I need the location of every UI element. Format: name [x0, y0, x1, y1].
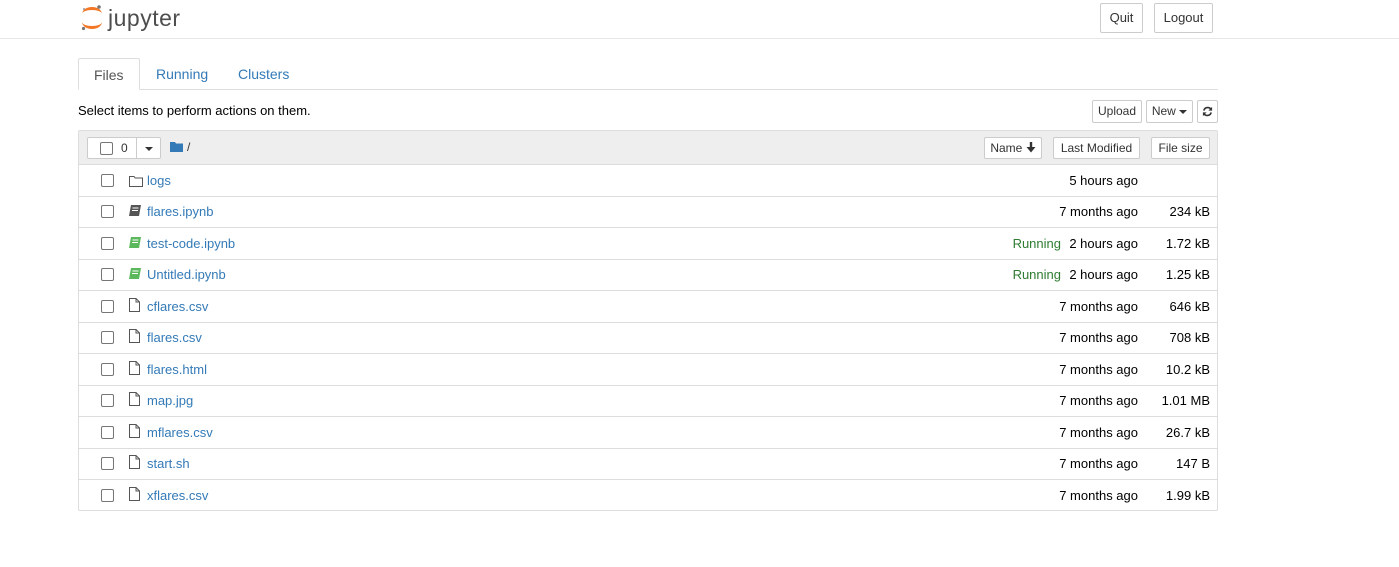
file-icon — [129, 487, 140, 501]
item-checkbox[interactable] — [101, 300, 114, 313]
sort-by-name-button[interactable]: Name — [984, 137, 1042, 159]
list-header: 0 / Name Last Modified File size — [79, 131, 1217, 165]
refresh-icon — [1202, 106, 1213, 117]
item-size: 1.72 kB — [1165, 236, 1210, 251]
item-name-link[interactable]: flares.ipynb — [147, 204, 213, 219]
notebook-icon — [129, 268, 141, 279]
instructions-text: Select items to perform actions on them. — [78, 103, 311, 118]
file-icon — [129, 361, 140, 375]
item-size: 1.25 kB — [1165, 267, 1210, 282]
refresh-button[interactable] — [1197, 100, 1218, 123]
list-item[interactable]: map.jpg 7 months ago 1.01 MB — [79, 385, 1217, 417]
list-item[interactable]: flares.html 7 months ago 10.2 kB — [79, 354, 1217, 386]
arrow-down-icon — [1026, 142, 1036, 153]
quit-button[interactable]: Quit — [1100, 3, 1143, 33]
item-name-link[interactable]: xflares.csv — [147, 488, 208, 503]
selected-count: 0 — [121, 141, 128, 155]
item-size: 147 B — [1176, 456, 1210, 471]
file-icon — [129, 455, 140, 469]
item-name-link[interactable]: flares.csv — [147, 330, 202, 345]
file-icon — [129, 298, 140, 312]
item-checkbox[interactable] — [101, 174, 114, 187]
file-list: 0 / Name Last Modified File size logs 5 h… — [78, 130, 1218, 511]
notebook-icon — [129, 237, 141, 248]
list-item[interactable]: start.sh 7 months ago 147 B — [79, 448, 1217, 480]
item-checkbox[interactable] — [101, 205, 114, 218]
jupyter-logo[interactable]: jupyter — [80, 3, 181, 33]
item-size: 708 kB — [1169, 330, 1210, 345]
sort-by-size-button[interactable]: File size — [1151, 137, 1210, 159]
item-name-link[interactable]: map.jpg — [147, 393, 193, 408]
item-checkbox[interactable] — [101, 268, 114, 281]
item-modified: 7 months ago — [1059, 456, 1138, 471]
item-size: 1.01 MB — [1161, 393, 1210, 408]
item-modified: 7 months ago — [1059, 330, 1138, 345]
chevron-down-icon — [1179, 109, 1188, 114]
item-name-link[interactable]: Untitled.ipynb — [147, 267, 226, 282]
tab-files[interactable]: Files — [78, 58, 140, 90]
chevron-down-icon — [145, 147, 153, 151]
item-modified: 7 months ago — [1059, 425, 1138, 440]
item-name-link[interactable]: mflares.csv — [147, 425, 213, 440]
file-icon — [129, 424, 140, 438]
item-checkbox[interactable] — [101, 331, 114, 344]
item-modified: 7 months ago — [1059, 393, 1138, 408]
jupyter-logo-icon — [81, 5, 102, 31]
item-checkbox[interactable] — [101, 237, 114, 250]
item-name-link[interactable]: logs — [147, 173, 171, 188]
sort-name-label: Name — [990, 141, 1023, 155]
item-checkbox[interactable] — [101, 489, 114, 502]
item-size: 646 kB — [1169, 299, 1210, 314]
item-name-link[interactable]: flares.html — [147, 362, 207, 377]
running-status: Running — [1012, 267, 1061, 282]
select-all-group: 0 — [87, 137, 161, 159]
upload-button[interactable]: Upload — [1092, 100, 1142, 123]
list-item[interactable]: flares.ipynb 7 months ago 234 kB — [79, 196, 1217, 228]
item-checkbox[interactable] — [101, 394, 114, 407]
item-modified: 2 hours ago — [1069, 236, 1138, 251]
item-modified: 7 months ago — [1059, 299, 1138, 314]
list-item[interactable]: flares.csv 7 months ago 708 kB — [79, 322, 1217, 354]
file-icon — [129, 392, 140, 406]
item-name-link[interactable]: test-code.ipynb — [147, 236, 235, 251]
item-size: 234 kB — [1169, 204, 1210, 219]
item-checkbox[interactable] — [101, 426, 114, 439]
folder-icon — [129, 176, 143, 187]
list-item[interactable]: xflares.csv 7 months ago 1.99 kB — [79, 480, 1217, 511]
item-modified: 7 months ago — [1059, 362, 1138, 377]
tab-clusters[interactable]: Clusters — [223, 58, 304, 89]
new-button[interactable]: New — [1146, 100, 1193, 123]
item-size: 26.7 kB — [1165, 425, 1210, 440]
tab-bar: Files Running Clusters — [78, 58, 1218, 90]
item-modified: 5 hours ago — [1069, 173, 1138, 188]
breadcrumb[interactable]: / — [187, 140, 190, 154]
list-item[interactable]: test-code.ipynb Running 2 hours ago 1.72 kB — [79, 228, 1217, 260]
list-item[interactable]: cflares.csv 7 months ago 646 kB — [79, 291, 1217, 323]
new-button-label: New — [1151, 104, 1176, 118]
item-name-link[interactable]: cflares.csv — [147, 299, 208, 314]
item-modified: 7 months ago — [1059, 488, 1138, 503]
list-item[interactable]: mflares.csv 7 months ago 26.7 kB — [79, 417, 1217, 449]
list-item[interactable]: logs 5 hours ago — [79, 165, 1217, 197]
item-checkbox[interactable] — [101, 457, 114, 470]
sort-by-modified-button[interactable]: Last Modified — [1053, 137, 1140, 159]
list-item[interactable]: Untitled.ipynb Running 2 hours ago 1.25 kB — [79, 259, 1217, 291]
file-icon — [129, 329, 140, 343]
logout-button[interactable]: Logout — [1154, 3, 1213, 33]
header-bar: jupyter Quit Logout — [0, 0, 1399, 39]
folder-icon[interactable] — [170, 141, 183, 152]
item-modified: 7 months ago — [1059, 204, 1138, 219]
item-modified: 2 hours ago — [1069, 267, 1138, 282]
item-size: 1.99 kB — [1165, 488, 1210, 503]
tab-running[interactable]: Running — [141, 58, 223, 89]
notebook-icon — [129, 205, 141, 216]
logo-text: jupyter — [108, 4, 181, 31]
item-checkbox[interactable] — [101, 363, 114, 376]
select-dropdown-button[interactable] — [136, 138, 161, 158]
select-all-checkbox[interactable] — [100, 142, 113, 155]
item-name-link[interactable]: start.sh — [147, 456, 190, 471]
running-status: Running — [1012, 236, 1061, 251]
item-size: 10.2 kB — [1165, 362, 1210, 377]
